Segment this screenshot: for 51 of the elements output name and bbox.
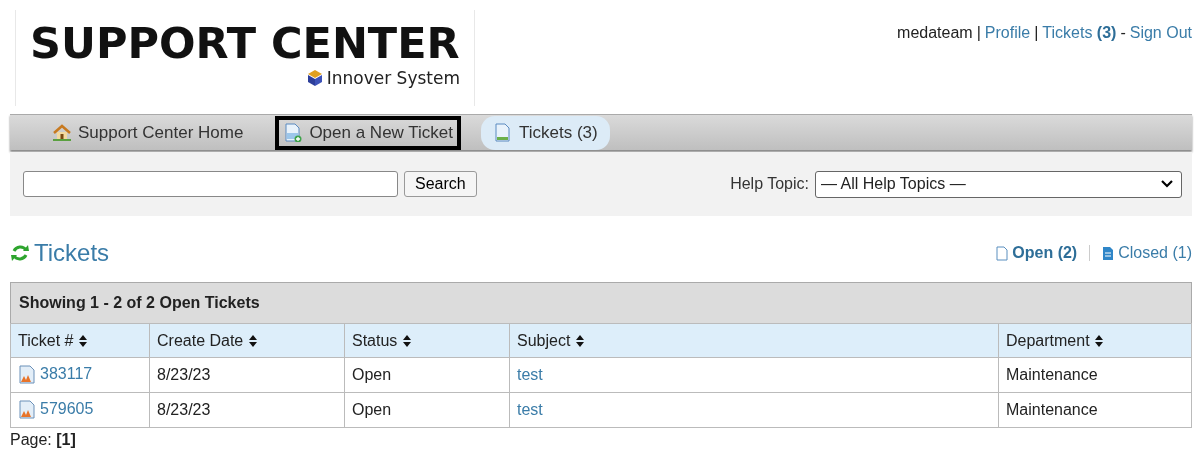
column-header[interactable]: Status	[344, 323, 510, 358]
table-caption: Showing 1 - 2 of 2 Open Tickets	[10, 282, 1192, 324]
help-topic-label: Help Topic:	[730, 175, 809, 193]
nav-tab[interactable]: Open a New Ticket	[275, 115, 461, 150]
filter-link[interactable]: Closed (1)	[1102, 244, 1192, 262]
nav-tab[interactable]: Tickets (3)	[481, 115, 610, 150]
help-topic-dropdown[interactable]: — All Help Topics —	[815, 170, 1182, 198]
user-link[interactable]: Sign Out	[1129, 24, 1192, 42]
user-link[interactable]: Tickets (3)	[1042, 24, 1117, 42]
nav-tab[interactable]: Support Center Home	[40, 115, 256, 150]
document-plus-icon	[283, 123, 304, 142]
subject-link[interactable]: test	[517, 400, 543, 418]
page-icon	[1102, 245, 1115, 261]
column-header[interactable]: Subject	[509, 323, 999, 358]
ticket-link[interactable]: 383117	[40, 365, 93, 383]
page-heading: Tickets	[34, 239, 110, 267]
user-link[interactable]: Profile	[984, 24, 1031, 42]
logo-subtitle: Innover System	[326, 68, 460, 88]
column-header[interactable]: Ticket #	[10, 323, 150, 358]
sort-icon	[1094, 333, 1105, 348]
house-icon	[52, 123, 72, 142]
table-cell: Open	[344, 357, 510, 393]
column-header[interactable]: Create Date	[149, 323, 345, 358]
table-cell: 8/23/23	[149, 392, 345, 428]
pager-text: Page: [1]	[10, 430, 77, 449]
document-chart-icon	[18, 365, 36, 385]
table-cell: Maintenance	[998, 392, 1192, 428]
filter-link[interactable]: Open (2)	[996, 244, 1078, 262]
sort-icon	[574, 333, 585, 348]
username: medateam	[897, 24, 973, 42]
table-cell: 8/23/23	[149, 357, 345, 393]
chevron-down-icon	[1161, 180, 1173, 188]
page-outline-icon	[996, 245, 1009, 261]
refresh-icon	[10, 243, 30, 263]
separator: |	[1034, 24, 1039, 42]
table-cell: Open	[344, 392, 510, 428]
search-field[interactable]	[23, 171, 398, 197]
ticket-link[interactable]: 579605	[40, 400, 94, 418]
subject-link[interactable]: test	[517, 365, 543, 383]
separator: -	[1120, 24, 1126, 42]
column-header[interactable]: Department	[998, 323, 1192, 358]
sort-icon	[247, 333, 258, 348]
logo-title: SUPPORT CENTER	[30, 20, 461, 66]
table-cell: Maintenance	[998, 357, 1192, 393]
document-chart-icon	[18, 400, 36, 420]
sort-icon	[401, 333, 412, 348]
search-button[interactable]: Search	[404, 171, 477, 197]
document-icon	[493, 123, 513, 142]
sort-icon	[77, 333, 88, 348]
cube-icon	[306, 69, 323, 87]
separator: |	[976, 24, 981, 42]
